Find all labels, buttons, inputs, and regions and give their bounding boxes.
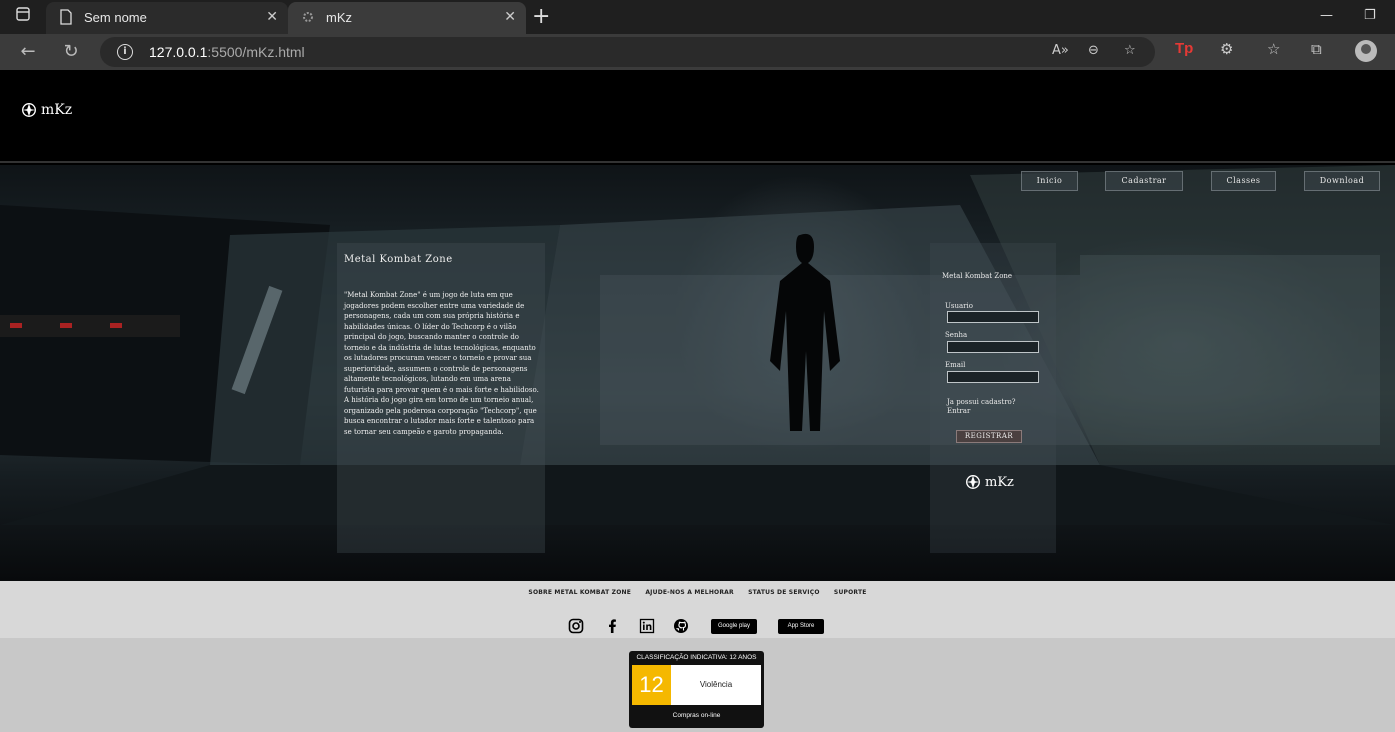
instagram-icon[interactable]	[568, 618, 584, 634]
register-logo: mKz	[964, 473, 1014, 491]
logo-text: mKz	[985, 474, 1014, 490]
hero-section: Inicio Cadastrar Classes Download Metal …	[0, 165, 1395, 581]
footer-rating-bar: CLASSIFICAÇÃO INDICATIVA: 12 ANOS 12 Vio…	[0, 638, 1395, 732]
user-label: Usuario	[945, 302, 973, 310]
hero-background-image	[0, 165, 1395, 525]
read-aloud-icon[interactable]: A»	[1052, 43, 1069, 58]
already-registered-text: Ja possui cadastro?	[947, 398, 1016, 406]
collections-icon[interactable]: ⧉	[1311, 40, 1322, 58]
tab-title: Sem nome	[84, 10, 147, 25]
footer-link-ajude[interactable]: AJUDE-NOS A MELHORAR	[645, 589, 733, 596]
logo-text: mKz	[41, 102, 73, 118]
page-viewport: mKz Inicio Cadastrar Classes Download Me…	[0, 70, 1395, 732]
info-icon[interactable]: i	[117, 44, 133, 60]
new-tab-button[interactable]: +	[532, 4, 550, 29]
register-button[interactable]: REGISTRAR	[956, 430, 1022, 443]
linkedin-icon[interactable]	[639, 618, 655, 634]
age-rating-badge: CLASSIFICAÇÃO INDICATIVA: 12 ANOS 12 Vio…	[629, 651, 764, 728]
nav-inicio[interactable]: Inicio	[1021, 171, 1078, 191]
tab-mkz[interactable]: mKz ✕	[288, 2, 526, 34]
google-play-badge[interactable]: Google play	[711, 619, 757, 634]
mkz-logo-icon	[966, 475, 980, 489]
app-store-badge[interactable]: App Store	[778, 619, 824, 634]
footer-link-sobre[interactable]: SOBRE METAL KOMBAT ZONE	[528, 589, 631, 596]
url-path: :5500/mKz.html	[207, 44, 305, 60]
footer-link-status[interactable]: STATUS DE SERVIÇO	[748, 589, 820, 596]
about-panel: Metal Kombat Zone "Metal Kombat Zone" é …	[337, 243, 545, 553]
tab-actions-icon[interactable]	[12, 6, 34, 28]
rating-age: 12	[632, 665, 671, 705]
nav-download[interactable]: Download	[1304, 171, 1380, 191]
tab-sem-nome[interactable]: Sem nome ✕	[46, 2, 288, 34]
browser-tab-bar: Sem nome ✕ mKz ✕ + — ❐	[0, 0, 1395, 34]
nav-classes[interactable]: Classes	[1211, 171, 1276, 191]
restore-icon[interactable]: ❐	[1364, 8, 1376, 23]
register-title: Metal Kombat Zone	[942, 272, 1013, 280]
register-panel: Metal Kombat Zone Usuario Senha Email Ja…	[930, 243, 1056, 553]
rating-descriptor: Violência	[671, 665, 761, 705]
tp-extension-icon[interactable]: Tp	[1175, 40, 1193, 57]
facebook-icon[interactable]	[604, 618, 620, 634]
reload-icon[interactable]: ↻	[58, 40, 84, 64]
user-input[interactable]	[947, 311, 1039, 323]
zoom-icon[interactable]: ⊖	[1088, 43, 1099, 58]
url-text[interactable]: 127.0.0.1:5500/mKz.html	[149, 44, 305, 60]
close-tab-icon[interactable]: ✕	[504, 8, 516, 25]
page-icon	[60, 9, 72, 25]
footer-links: SOBRE METAL KOMBAT ZONE AJUDE-NOS A MELH…	[0, 589, 1395, 596]
address-bar[interactable]: i 127.0.0.1:5500/mKz.html A» ⊖ ☆	[100, 37, 1155, 67]
rating-title: CLASSIFICAÇÃO INDICATIVA: 12 ANOS	[636, 654, 757, 661]
site-logo[interactable]: mKz	[20, 101, 72, 119]
nav-cadastrar[interactable]: Cadastrar	[1105, 171, 1183, 191]
about-text: "Metal Kombat Zone" é um jogo de luta em…	[344, 291, 539, 436]
minimize-icon[interactable]: —	[1320, 8, 1333, 23]
profile-avatar[interactable]	[1355, 40, 1377, 62]
favorite-add-icon[interactable]: ☆	[1124, 43, 1136, 58]
about-title: Metal Kombat Zone	[344, 254, 453, 265]
email-input[interactable]	[947, 371, 1039, 383]
close-tab-icon[interactable]: ✕	[266, 8, 278, 25]
password-label: Senha	[945, 331, 968, 339]
github-icon[interactable]	[673, 618, 689, 634]
footer-links-bar: SOBRE METAL KOMBAT ZONE AJUDE-NOS A MELH…	[0, 581, 1395, 638]
footer-link-suporte[interactable]: SUPORTE	[834, 589, 867, 596]
login-link[interactable]: Entrar	[947, 407, 970, 415]
back-icon[interactable]: ←	[15, 40, 41, 64]
site-header: mKz	[0, 70, 1395, 163]
url-host: 127.0.0.1	[149, 44, 208, 60]
extensions-icon[interactable]: ⚙	[1220, 40, 1233, 58]
rating-note: Compras on-line	[672, 712, 721, 719]
mkz-logo-icon	[22, 103, 36, 117]
favorites-icon[interactable]: ☆	[1267, 40, 1280, 58]
loading-gear-icon	[303, 12, 313, 22]
email-label: Email	[945, 361, 966, 369]
tab-title: mKz	[326, 10, 352, 25]
password-input[interactable]	[947, 341, 1039, 353]
